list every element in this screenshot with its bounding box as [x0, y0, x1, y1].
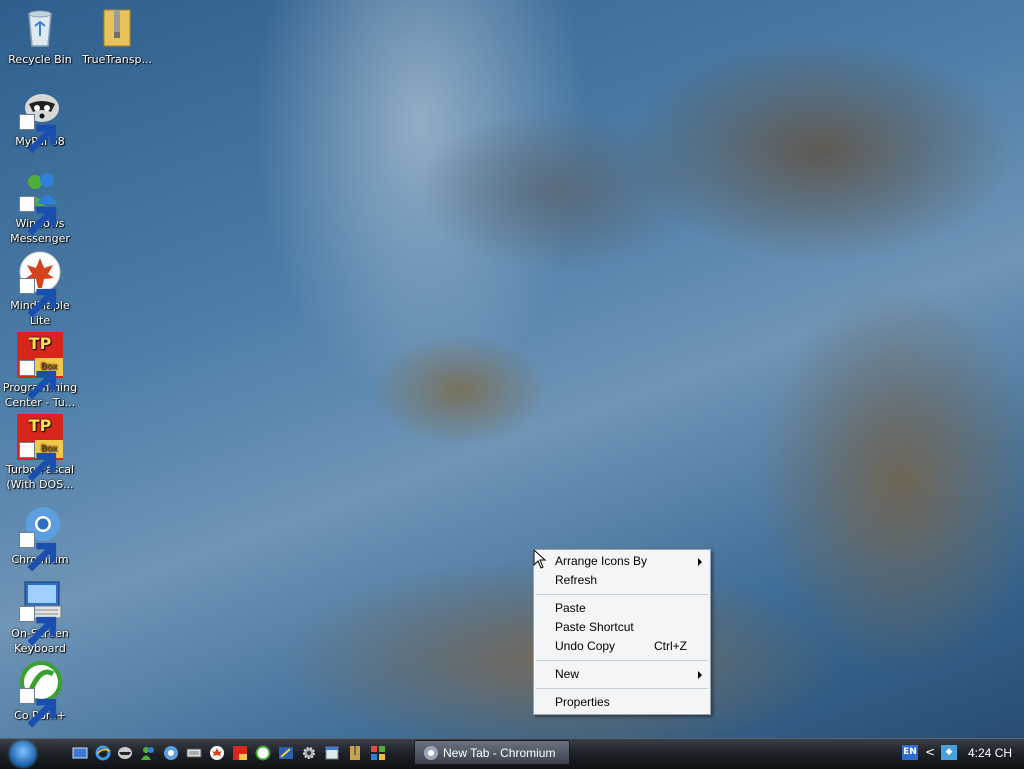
mouse-cursor-icon: [533, 549, 547, 569]
menu-separator: [536, 688, 708, 689]
menu-item-label: New: [555, 667, 580, 681]
co-rom-icon: [17, 660, 63, 728]
tp-logo-text: TP: [28, 416, 52, 435]
desktop-icon-turbo-pascal[interactable]: TP Box Turbo Pascal (With DOS...: [0, 414, 80, 492]
clock[interactable]: 4:24 CH: [968, 746, 1012, 760]
menu-item-label: Paste Shortcut: [555, 620, 634, 634]
submenu-arrow-icon: [698, 558, 702, 566]
co-rom-icon[interactable]: [255, 745, 271, 761]
desktop-icon-chromium[interactable]: Chromium: [0, 504, 80, 572]
tray-expand-chevron-icon[interactable]: <: [925, 745, 935, 759]
app-grid-icon[interactable]: [370, 745, 386, 761]
menu-item-undo-copy[interactable]: Undo Copy Ctrl+Z: [534, 637, 710, 656]
raccoon-browser-icon: [17, 86, 63, 154]
shortcut-arrow-icon: [19, 688, 57, 728]
tp-box-icon: TP Box: [17, 332, 63, 400]
menu-item-label: Refresh: [555, 573, 598, 587]
archive-icon[interactable]: [347, 745, 363, 761]
shortcut-arrow-icon: [19, 606, 57, 646]
chromium-icon: [17, 504, 63, 572]
desktop-icon-label: TrueTransp...: [82, 53, 152, 66]
gear-icon[interactable]: [301, 745, 317, 761]
menu-item-label: Undo Copy: [555, 639, 616, 653]
app-launcher-icon[interactable]: [278, 745, 294, 761]
input-method-icon[interactable]: ◆: [941, 745, 957, 760]
desktop-icon-mindmaple[interactable]: MindMaple Lite: [0, 250, 80, 328]
submenu-arrow-icon: [698, 671, 702, 679]
maple-leaf-icon[interactable]: [209, 745, 225, 761]
keyboard-icon[interactable]: [186, 745, 202, 761]
chromium-icon: [424, 746, 438, 760]
show-desktop-icon[interactable]: [72, 745, 88, 761]
shortcut-arrow-icon: [19, 278, 57, 318]
recycle-bin-icon: [17, 4, 63, 50]
desktop-icon-windows-messenger[interactable]: Windows Messenger: [0, 168, 80, 246]
desktop-icon-co-rom[interactable]: Co Rom+: [0, 660, 80, 728]
shortcut-arrow-icon: [19, 532, 57, 572]
taskbar-button-chromium[interactable]: New Tab - Chromium: [414, 740, 570, 765]
messenger-icon: [17, 168, 63, 236]
taskbar-button-label: New Tab - Chromium: [443, 746, 556, 760]
tp-box-icon[interactable]: [232, 745, 248, 761]
messenger-icon[interactable]: [140, 745, 156, 761]
shortcut-arrow-icon: [19, 114, 57, 154]
menu-item-paste-shortcut[interactable]: Paste Shortcut: [534, 618, 710, 637]
zip-folder-icon: [94, 4, 140, 50]
start-button[interactable]: [10, 741, 36, 767]
desktop-icon-programming-center[interactable]: TP Box Programming Center - Tu...: [0, 332, 80, 410]
menu-separator: [536, 594, 708, 595]
desktop-icon-recycle-bin[interactable]: Recycle Bin: [0, 4, 80, 67]
shortcut-arrow-icon: [19, 360, 57, 400]
internet-explorer-icon[interactable]: [95, 745, 111, 761]
desktop-icon-truetransp[interactable]: TrueTransp...: [77, 4, 157, 67]
language-indicator[interactable]: EN: [902, 745, 918, 760]
desktop-context-menu: Arrange Icons By Refresh Paste Paste Sho…: [533, 549, 711, 715]
tp-logo-text: TP: [28, 334, 52, 353]
shortcut-arrow-icon: [19, 442, 57, 482]
menu-item-refresh[interactable]: Refresh: [534, 571, 710, 590]
window-icon[interactable]: [324, 745, 340, 761]
menu-item-label: Paste: [555, 601, 586, 615]
menu-item-properties[interactable]: Properties: [534, 693, 710, 712]
desktop-icon-mypal[interactable]: MyPal 68: [0, 86, 80, 154]
menu-item-label: Properties: [555, 695, 610, 709]
menu-item-new[interactable]: New: [534, 665, 710, 684]
maple-leaf-icon: [17, 250, 63, 318]
menu-item-shortcut-key: Ctrl+Z: [654, 639, 687, 653]
menu-item-arrange-icons-by[interactable]: Arrange Icons By: [534, 552, 710, 571]
desktop-icon-on-screen-keyboard[interactable]: On-Screen Keyboard: [0, 578, 80, 656]
raccoon-browser-icon[interactable]: [117, 745, 133, 761]
menu-separator: [536, 660, 708, 661]
tp-box-icon: TP Box: [17, 414, 63, 482]
keyboard-icon: [17, 578, 63, 646]
desktop-icon-label: Recycle Bin: [8, 53, 72, 66]
chromium-icon[interactable]: [163, 745, 179, 761]
shortcut-arrow-icon: [19, 196, 57, 236]
menu-item-label: Arrange Icons By: [555, 554, 648, 568]
menu-item-paste[interactable]: Paste: [534, 599, 710, 618]
